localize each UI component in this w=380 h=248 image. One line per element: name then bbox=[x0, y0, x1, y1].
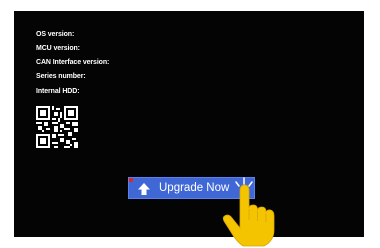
can-interface-version-label: CAN Interface version: bbox=[36, 59, 110, 66]
upload-arrow-icon bbox=[138, 183, 150, 195]
os-version-label: OS version: bbox=[36, 31, 75, 38]
series-number-label: Series number: bbox=[36, 73, 86, 80]
button-corner-mark bbox=[129, 178, 133, 182]
internal-hdd-label: Internal HDD: bbox=[36, 88, 80, 95]
hand-pointer-icon bbox=[222, 177, 275, 247]
device-screen: OS version: MCU version: CAN Interface v… bbox=[14, 11, 364, 237]
qr-code-icon bbox=[36, 106, 78, 148]
mcu-version-label: MCU version: bbox=[36, 45, 80, 52]
